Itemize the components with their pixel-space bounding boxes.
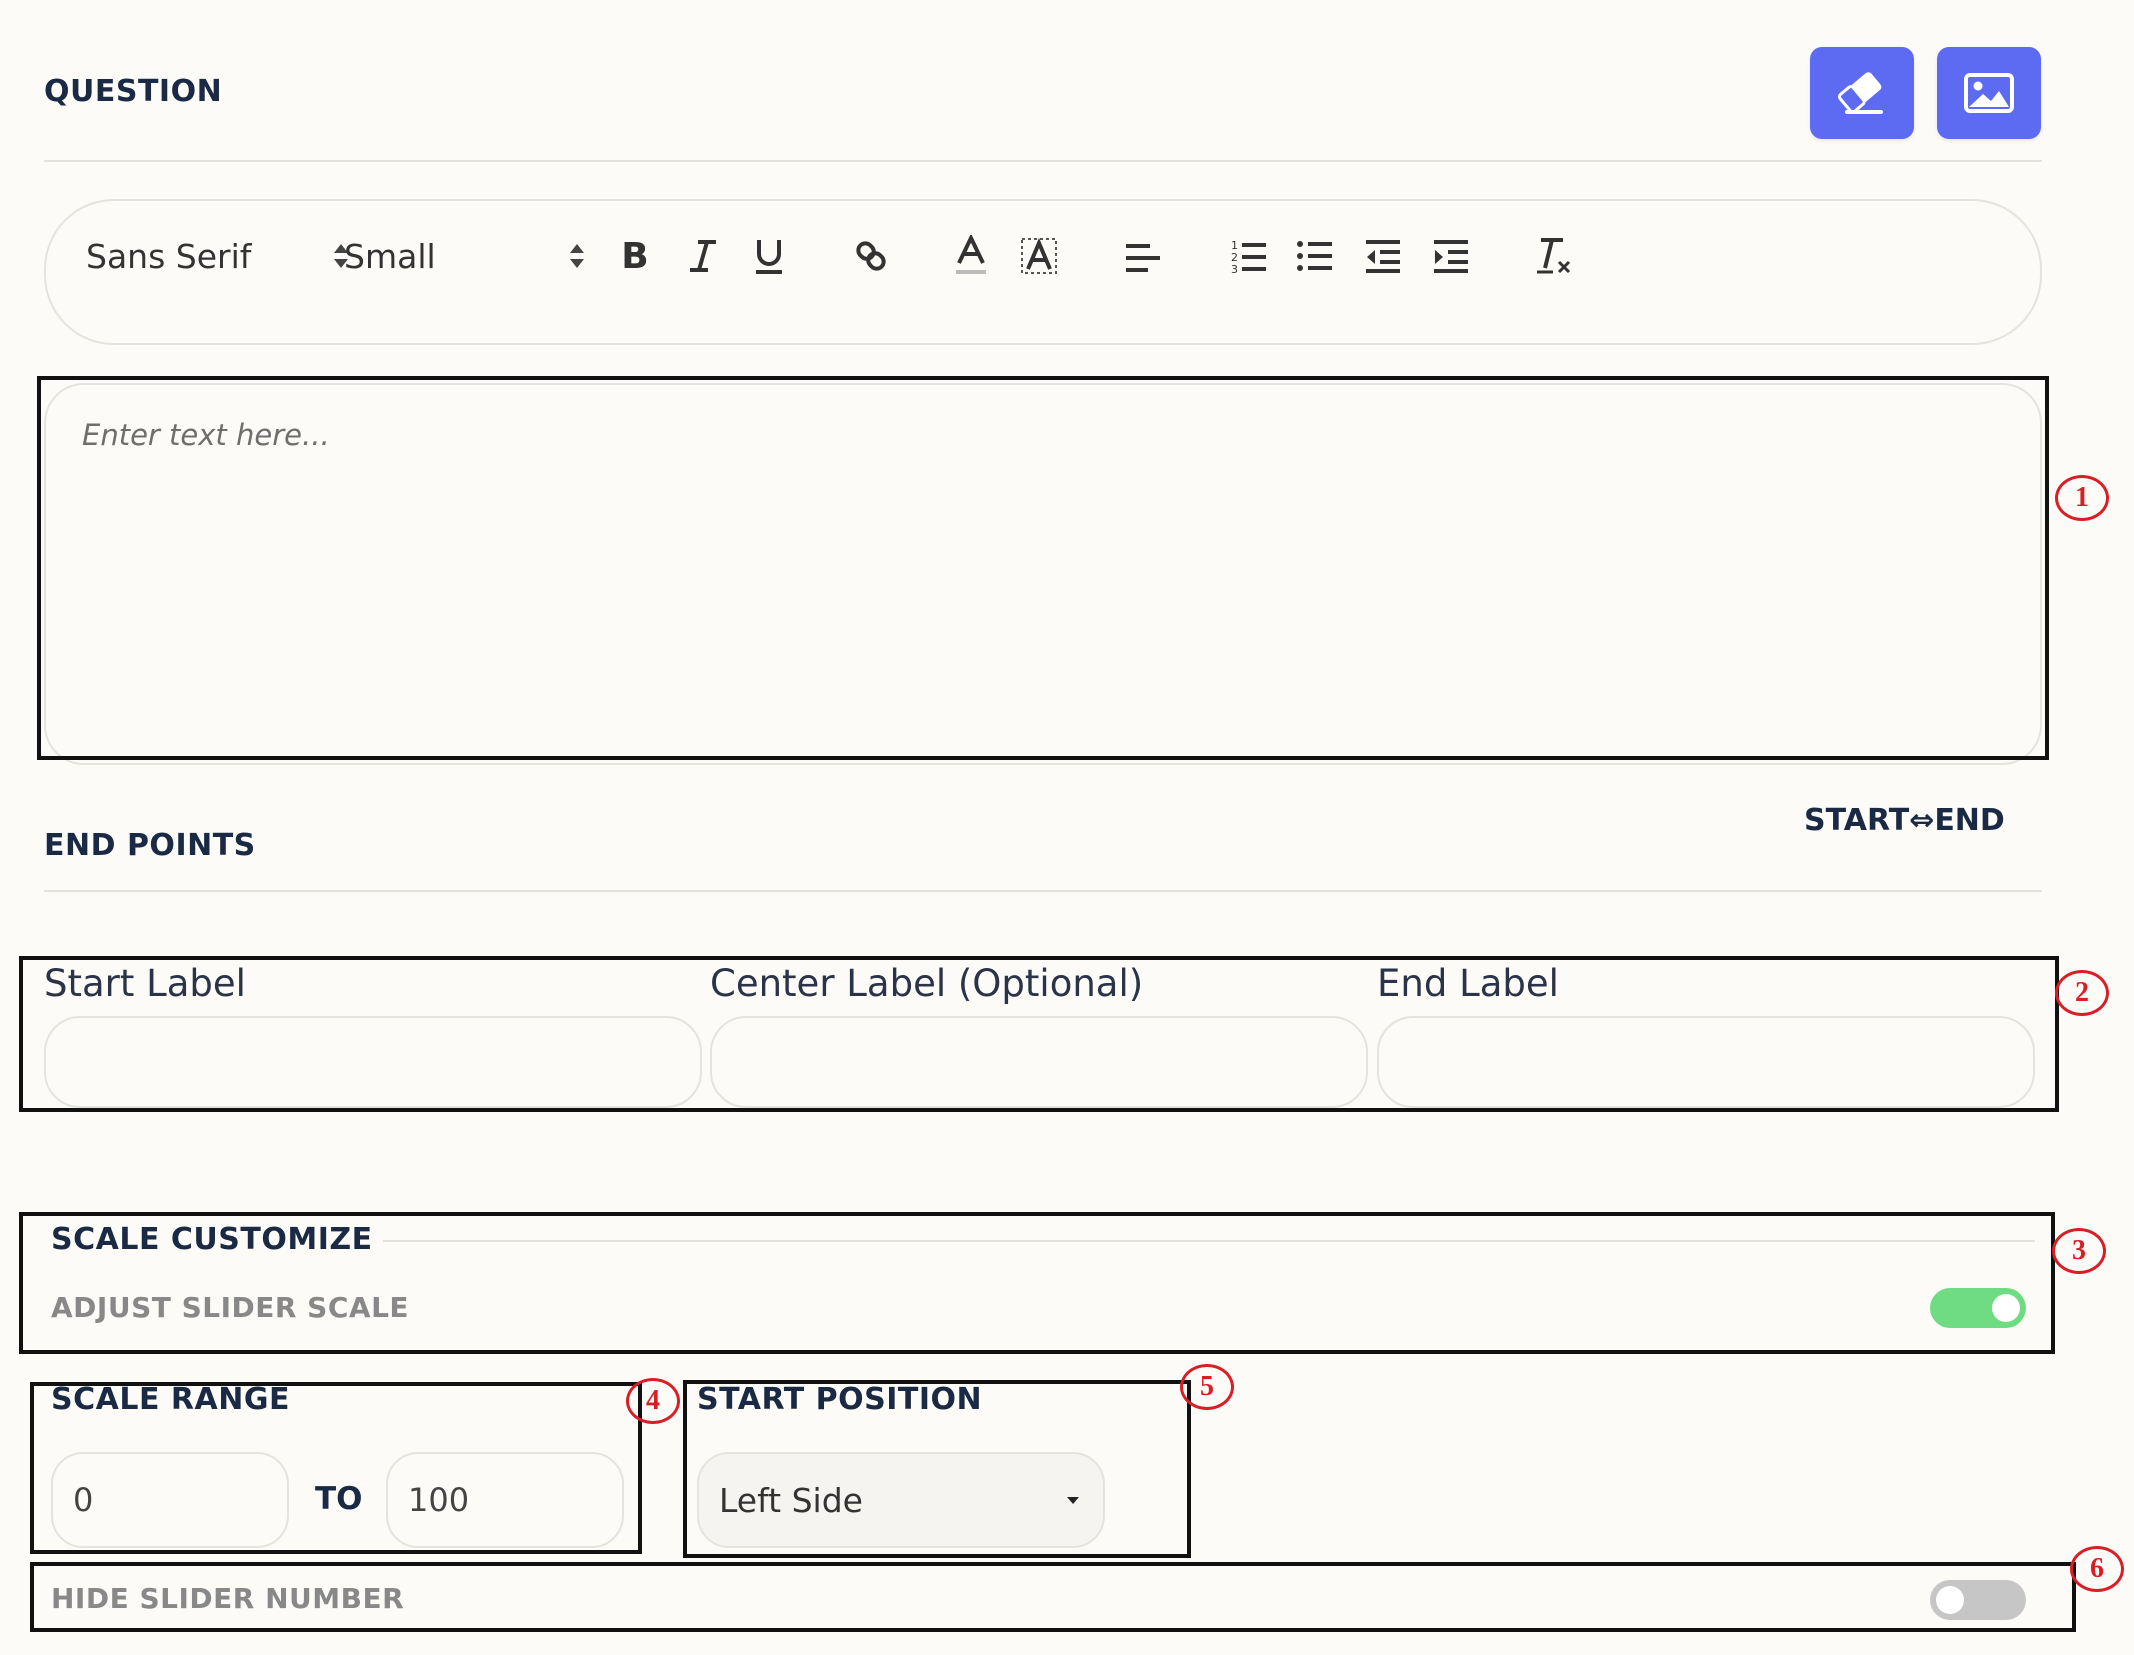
clear-question-button[interactable]: [1810, 47, 1914, 139]
align-button[interactable]: [1118, 231, 1168, 281]
font-size-value: Small: [344, 236, 436, 276]
bullet-list-icon: [1297, 241, 1332, 271]
adjust-slider-label: ADJUST SLIDER SCALE: [51, 1291, 410, 1324]
center-label-input[interactable]: [710, 1016, 1368, 1108]
toggle-knob: [1992, 1294, 2020, 1322]
outdent-button[interactable]: [1358, 231, 1408, 281]
annotation-number-1: 1: [2055, 475, 2109, 521]
font-family-value: Sans Serif: [86, 236, 252, 276]
hide-slider-label: HIDE SLIDER NUMBER: [51, 1582, 405, 1615]
scale-customize-title: SCALE CUSTOMIZE: [51, 1222, 373, 1257]
end-label-title: End Label: [1377, 962, 1559, 1005]
ordered-list-button[interactable]: 1 2 3: [1224, 231, 1274, 281]
text-color-button[interactable]: [946, 231, 996, 281]
scale-customize-divider: [383, 1240, 2035, 1242]
bullet-list-button[interactable]: [1290, 231, 1340, 281]
underline-icon: [756, 240, 782, 274]
eraser-icon: [1837, 72, 1883, 114]
center-label-title: Center Label (Optional): [710, 962, 1144, 1005]
question-title: QUESTION: [44, 74, 223, 109]
start-label-title: Start Label: [44, 962, 246, 1005]
svg-text:3: 3: [1231, 263, 1238, 275]
clear-format-icon: [1537, 238, 1571, 274]
italic-icon: [690, 240, 716, 272]
clear-format-button[interactable]: [1528, 231, 1578, 281]
scale-min-input[interactable]: 0: [51, 1452, 289, 1548]
font-family-select[interactable]: Sans Serif: [86, 231, 348, 281]
image-icon: [1964, 73, 2014, 113]
start-position-value: Left Side: [719, 1480, 863, 1520]
caret-down-icon: [1067, 1497, 1079, 1504]
align-left-icon: [1126, 244, 1160, 272]
highlight-icon: [1021, 237, 1057, 274]
question-divider: [44, 160, 2042, 162]
insert-image-button[interactable]: [1937, 47, 2041, 139]
end-label-input[interactable]: [1377, 1016, 2035, 1108]
annotation-number-5: 5: [1180, 1364, 1234, 1410]
rich-text-toolbar: Sans Serif Small B 1 2 3: [44, 199, 2042, 345]
annotation-number-2: 2: [2055, 970, 2109, 1016]
scale-max-input[interactable]: 100: [386, 1452, 624, 1548]
hide-slider-toggle[interactable]: [1930, 1580, 2026, 1620]
highlight-button[interactable]: [1014, 231, 1064, 281]
ordered-list-icon: 1 2 3: [1231, 239, 1266, 275]
bold-button[interactable]: B: [612, 231, 658, 281]
adjust-slider-toggle[interactable]: [1930, 1288, 2026, 1328]
scale-range-title: SCALE RANGE: [51, 1382, 290, 1417]
end-points-title: END POINTS: [44, 828, 256, 863]
direction-toggle[interactable]: START⇔END: [1804, 803, 2005, 838]
start-position-title: START POSITION: [697, 1382, 983, 1417]
end-points-divider: [44, 890, 2042, 892]
text-color-icon: [956, 235, 986, 274]
annotation-number-4: 4: [626, 1378, 680, 1424]
link-icon: [856, 241, 886, 271]
toggle-knob: [1936, 1586, 1964, 1614]
to-label: TO: [315, 1481, 363, 1517]
font-size-select[interactable]: Small: [344, 231, 584, 281]
bold-icon: B: [621, 235, 649, 277]
question-editor[interactable]: Enter text here...: [44, 383, 2042, 765]
italic-button[interactable]: [680, 231, 726, 281]
annotation-number-6: 6: [2070, 1546, 2124, 1592]
indent-button[interactable]: [1426, 231, 1476, 281]
editor-placeholder: Enter text here...: [82, 418, 330, 452]
link-button[interactable]: [846, 231, 896, 281]
annotation-number-3: 3: [2052, 1228, 2106, 1274]
start-label-input[interactable]: [44, 1016, 702, 1108]
indent-icon: [1434, 240, 1468, 273]
underline-button[interactable]: [746, 231, 792, 281]
updown-arrows-icon: [570, 244, 584, 268]
start-position-select[interactable]: Left Side: [697, 1452, 1105, 1548]
outdent-icon: [1366, 240, 1400, 273]
